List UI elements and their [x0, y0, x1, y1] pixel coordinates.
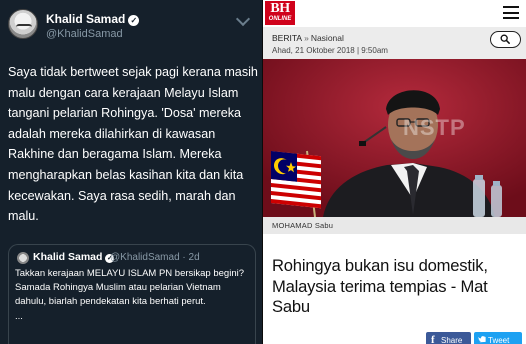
tweet-label: Tweet	[488, 336, 510, 344]
site-header: BH ONLINE	[263, 0, 526, 27]
article-date: Ahad, 21 Oktober 2018 | 9:50am	[272, 46, 388, 55]
breadcrumb: BERITA» Nasional	[272, 33, 344, 43]
article-photo: NSTP	[263, 59, 526, 217]
tweet-author-handle[interactable]: @KhalidSamad	[46, 28, 123, 40]
bh-online-logo[interactable]: BH ONLINE	[265, 1, 295, 25]
tweet-text: Saya tidak bertweet sejak pagi kerana ma…	[8, 65, 258, 224]
chevron-down-icon[interactable]	[235, 11, 251, 27]
avatar-icon[interactable]	[8, 9, 38, 39]
facebook-icon: f	[431, 334, 435, 344]
quoted-tweet-card[interactable]: Khalid Samad ✓ @KhalidSamad · 2d Takkan k…	[8, 244, 256, 344]
search-button[interactable]	[490, 31, 521, 48]
quoted-text-body: Takkan kerajaan MELAYU ISLAM PN bersikap…	[15, 268, 244, 308]
news-article-panel: BH ONLINE BERITA» Nasional Ahad, 21 Oktob…	[263, 0, 526, 344]
tweet-panel: Khalid Samad ✓ @KhalidSamad Saya tidak be…	[0, 0, 263, 344]
verified-badge-icon: ✓	[128, 15, 140, 26]
breadcrumb-separator: »	[304, 33, 309, 43]
photo-illustration	[263, 59, 526, 217]
quoted-author-name: Khalid Samad ✓	[33, 251, 115, 263]
hamburger-menu-icon[interactable]	[503, 6, 519, 19]
watermark: NSTP	[403, 115, 466, 140]
quoted-avatar-icon	[17, 252, 29, 264]
photo-caption-bar: MOHAMAD Sabu	[263, 217, 526, 234]
tweet-share-button[interactable]: Tweet	[474, 332, 522, 344]
breadcrumb-subsection[interactable]: Nasional	[311, 33, 344, 43]
breadcrumb-section[interactable]: BERITA	[272, 33, 302, 43]
twitter-bird-icon	[478, 336, 486, 343]
quoted-tweet-text: Takkan kerajaan MELAYU ISLAM PN bersikap…	[15, 267, 251, 324]
section-bar: BERITA» Nasional Ahad, 21 Oktober 2018 | …	[263, 27, 526, 59]
quoted-author-handle: @KhalidSamad · 2d	[110, 252, 200, 263]
article-headline: Rohingya bukan isu domestik, Malaysia te…	[272, 256, 488, 316]
share-label: Share	[441, 336, 463, 344]
search-icon	[500, 34, 510, 44]
author-name-text[interactable]: Khalid Samad	[46, 12, 125, 26]
logo-text: BH	[270, 1, 290, 16]
tweet-author-name[interactable]: Khalid Samad ✓	[46, 12, 140, 26]
quoted-author-name-text: Khalid Samad	[33, 251, 103, 263]
quoted-ellipsis: ...	[15, 310, 23, 322]
photo-caption: MOHAMAD Sabu	[272, 221, 334, 230]
facebook-share-button[interactable]: f Share	[426, 332, 471, 344]
logo-subtext: ONLINE	[268, 16, 292, 22]
